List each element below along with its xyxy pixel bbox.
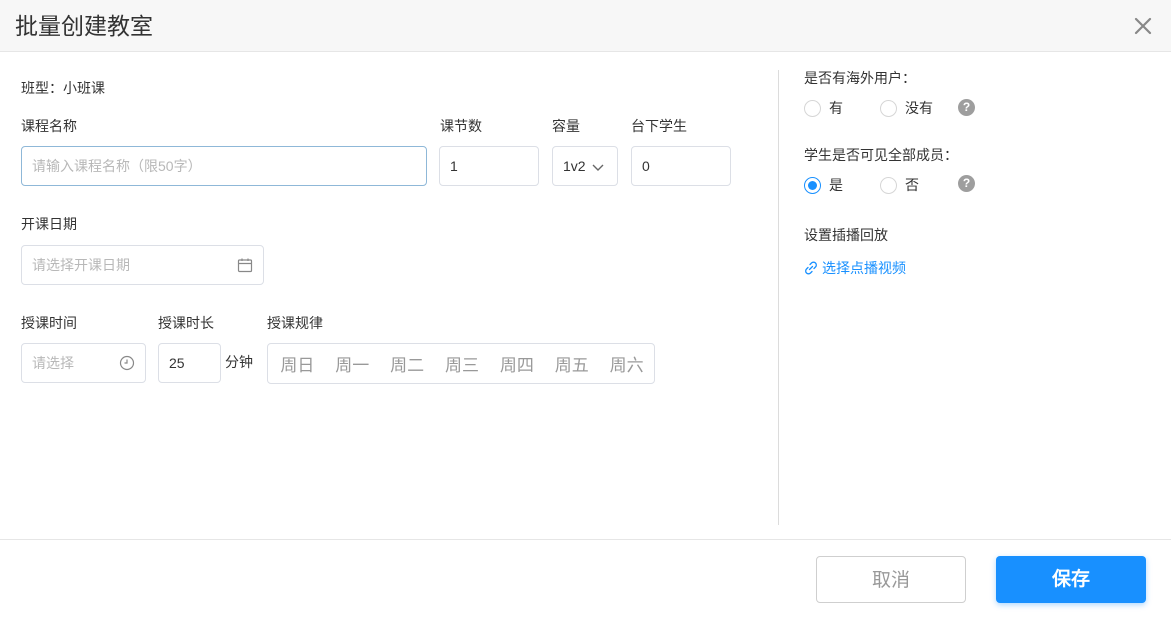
radio-circle xyxy=(880,99,897,117)
overseas-label: 是否有海外用户： xyxy=(804,70,916,86)
class-time-placeholder: 请选择 xyxy=(32,355,74,371)
course-name-placeholder: 请输入课程名称（限50字） xyxy=(32,158,202,174)
footer-divider xyxy=(0,539,1171,540)
radio-circle xyxy=(804,99,821,117)
radio-label: 没有 xyxy=(905,100,933,116)
help-icon[interactable]: ? xyxy=(958,99,975,116)
radio-label: 有 xyxy=(829,100,843,116)
duration-input[interactable]: 25 xyxy=(158,343,221,383)
visible-option-no[interactable]: 否 xyxy=(880,175,919,195)
link-icon xyxy=(805,261,817,275)
class-time-picker[interactable]: 请选择 xyxy=(21,343,146,383)
calendar-icon xyxy=(237,258,253,273)
day-option[interactable]: 周四 xyxy=(489,351,544,376)
overseas-option-no[interactable]: 没有 xyxy=(880,98,933,118)
course-name-label: 课程名称 xyxy=(21,118,77,134)
select-vod-text: 选择点播视频 xyxy=(822,260,906,276)
schedule-day-selector: 周日 周一 周二 周三 周四 周五 周六 xyxy=(267,343,655,384)
audience-value: 0 xyxy=(642,158,650,174)
day-option[interactable]: 周五 xyxy=(544,351,599,376)
visible-label: 学生是否可见全部成员： xyxy=(804,147,958,163)
course-name-input[interactable]: 请输入课程名称（限50字） xyxy=(21,146,427,186)
radio-label: 是 xyxy=(829,177,843,193)
day-option[interactable]: 周日 xyxy=(270,351,325,376)
lesson-count-value: 1 xyxy=(450,158,458,174)
playback-label: 设置插播回放 xyxy=(804,227,888,243)
clock-icon xyxy=(119,355,135,371)
capacity-value: 1v2 xyxy=(563,158,586,174)
column-divider xyxy=(778,70,779,525)
close-icon[interactable] xyxy=(1131,14,1155,38)
day-option[interactable]: 周一 xyxy=(325,351,380,376)
day-option[interactable]: 周六 xyxy=(599,351,654,376)
start-date-label: 开课日期 xyxy=(21,216,77,232)
radio-label: 否 xyxy=(905,177,919,193)
class-type-label: 班型：小班课 xyxy=(21,80,105,96)
help-icon[interactable]: ? xyxy=(958,175,975,192)
day-option[interactable]: 周二 xyxy=(380,351,435,376)
lesson-count-label: 课节数 xyxy=(440,118,482,134)
duration-label: 授课时长 xyxy=(158,315,214,331)
chevron-down-icon xyxy=(592,164,604,171)
day-option[interactable]: 周三 xyxy=(435,351,490,376)
schedule-label: 授课规律 xyxy=(267,315,323,331)
audience-input[interactable]: 0 xyxy=(631,146,731,186)
radio-circle xyxy=(880,176,897,194)
duration-value: 25 xyxy=(169,355,185,371)
duration-unit: 分钟 xyxy=(225,354,253,370)
overseas-option-yes[interactable]: 有 xyxy=(804,98,843,118)
audience-label: 台下学生 xyxy=(631,118,687,134)
radio-circle-checked xyxy=(804,176,821,194)
capacity-select[interactable]: 1v2 xyxy=(552,146,618,186)
dialog-title: 批量创建教室 xyxy=(15,13,153,39)
select-vod-link[interactable]: 选择点播视频 xyxy=(804,258,906,278)
visible-option-yes[interactable]: 是 xyxy=(804,175,843,195)
lesson-count-input[interactable]: 1 xyxy=(439,146,539,186)
cancel-button[interactable]: 取消 xyxy=(816,556,966,603)
start-date-picker[interactable]: 请选择开课日期 xyxy=(21,245,264,285)
capacity-label: 容量 xyxy=(552,118,580,134)
dialog-header: 批量创建教室 xyxy=(0,0,1171,52)
start-date-placeholder: 请选择开课日期 xyxy=(32,257,130,273)
save-button[interactable]: 保存 xyxy=(996,556,1146,603)
class-time-label: 授课时间 xyxy=(21,315,77,331)
